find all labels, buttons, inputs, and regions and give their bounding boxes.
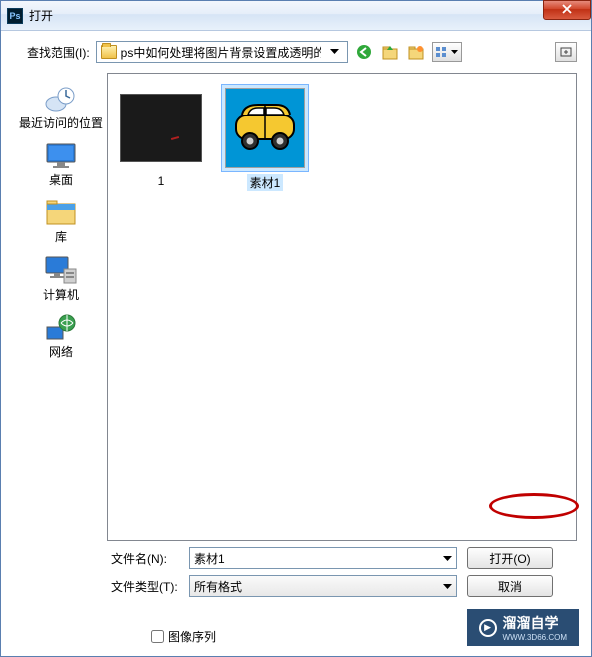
file-thumbnail [225, 88, 305, 168]
chevron-down-icon [443, 551, 452, 565]
app-icon: Ps [7, 8, 23, 24]
chevron-down-icon [443, 579, 452, 593]
image-sequence-label: 图像序列 [168, 628, 216, 645]
file-thumbnail [120, 94, 202, 162]
new-folder-button[interactable] [406, 42, 426, 62]
file-item-1[interactable]: 1 [116, 84, 206, 191]
lookin-select[interactable]: ps中如何处理将图片背景设置成透明的 [96, 41, 348, 63]
open-dialog: Ps 打开 查找范围(I): ps中如何处理将图片背景设置成透明的 [0, 0, 592, 657]
open-button[interactable]: 打开(O) [467, 547, 553, 569]
close-icon [562, 4, 572, 17]
filetype-combo[interactable]: 所有格式 [189, 575, 457, 597]
desktop-icon [43, 140, 79, 172]
place-desktop[interactable]: 桌面 [19, 136, 103, 191]
libraries-icon [43, 197, 79, 229]
view-menu-button[interactable] [432, 42, 462, 62]
window-title: 打开 [29, 7, 53, 24]
play-icon: ▶ [479, 619, 497, 637]
places-bar: 最近访问的位置 桌面 库 [15, 73, 107, 541]
extra-button[interactable] [555, 42, 577, 62]
recent-icon [43, 83, 79, 115]
cancel-button[interactable]: 取消 [467, 575, 553, 597]
place-recent[interactable]: 最近访问的位置 [19, 79, 103, 134]
image-sequence-checkbox[interactable] [151, 630, 164, 643]
file-item-2[interactable]: 素材1 [220, 84, 310, 191]
lookin-label: 查找范围(I): [27, 44, 90, 61]
filename-label: 文件名(N): [111, 550, 189, 567]
titlebar[interactable]: Ps 打开 [1, 1, 591, 31]
file-list-pane[interactable]: 1 [107, 73, 577, 541]
filetype-label: 文件类型(T): [111, 578, 189, 595]
computer-icon [43, 255, 79, 287]
place-libraries[interactable]: 库 [19, 193, 103, 248]
up-button[interactable] [380, 42, 400, 62]
place-computer[interactable]: 计算机 [19, 251, 103, 306]
folder-icon [101, 45, 117, 59]
chevron-down-icon [327, 42, 343, 62]
watermark: ▶ 溜溜自学 WWW.3D66.COM [467, 609, 579, 646]
lookin-value: ps中如何处理将图片背景设置成透明的 [121, 44, 321, 61]
filename-combo[interactable]: 素材1 [189, 547, 457, 569]
place-network[interactable]: 网络 [19, 308, 103, 363]
network-icon [43, 312, 79, 344]
close-button[interactable] [543, 0, 591, 20]
back-button[interactable] [354, 42, 374, 62]
